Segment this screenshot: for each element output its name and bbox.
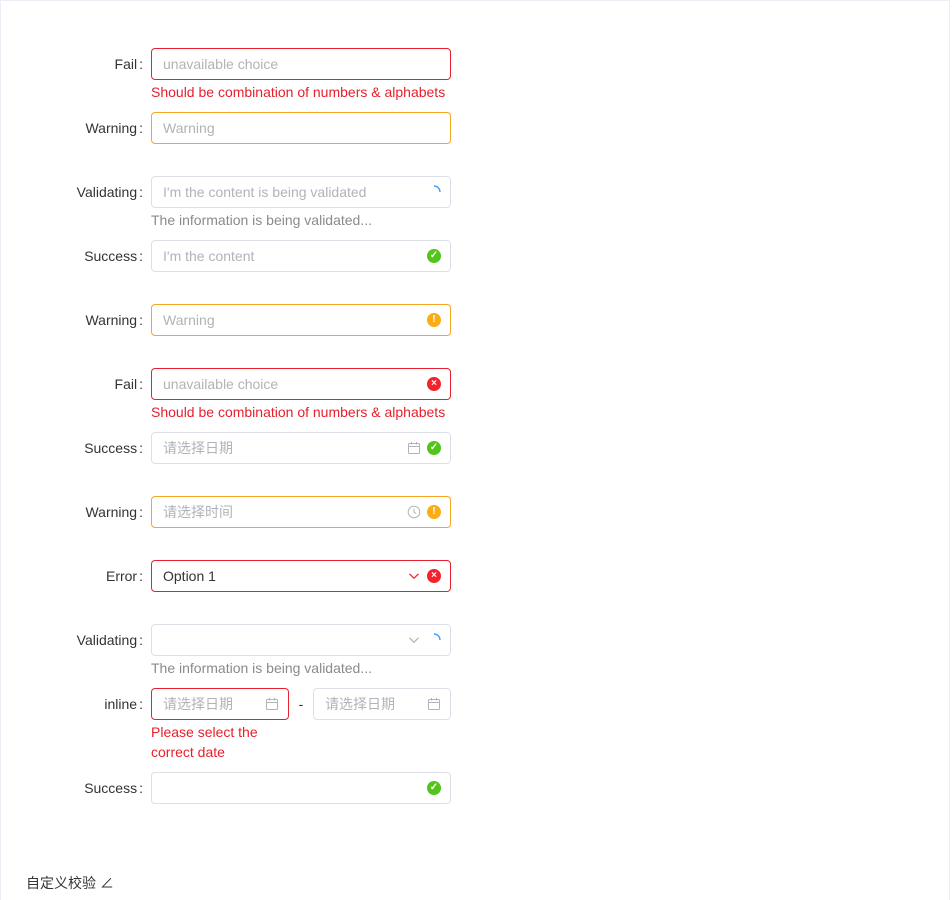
validating-message: The information is being validated... <box>151 212 373 228</box>
error-message: Should be combination of numbers & alpha… <box>151 84 446 100</box>
chevron-down-icon <box>406 568 422 584</box>
success-input[interactable]: I'm the content ✓ <box>151 240 451 272</box>
select-value: Option 1 <box>163 568 216 584</box>
check-circle-icon: ✓ <box>426 248 442 264</box>
form-label: Warning: <box>85 504 143 520</box>
validating-select[interactable] <box>151 624 451 656</box>
input-placeholder: I'm the content is being validated <box>163 184 367 200</box>
input-placeholder: Warning <box>163 120 215 136</box>
form-label: Warning: <box>85 120 143 136</box>
close-circle-icon: × <box>426 568 442 584</box>
validating-input[interactable]: I'm the content is being validated <box>151 176 451 208</box>
clock-icon <box>406 504 422 520</box>
input-placeholder: 请选择日期 <box>163 440 233 456</box>
error-message: Should be combination of numbers & alpha… <box>151 404 446 420</box>
fail-input[interactable]: unavailable choice <box>151 48 451 80</box>
loading-icon <box>426 632 442 648</box>
fail-feedback-input[interactable]: unavailable choice × <box>151 368 451 400</box>
calendar-icon <box>264 696 280 712</box>
success-empty-input[interactable]: ✓ <box>151 772 451 804</box>
exclamation-circle-icon: ! <box>426 504 442 520</box>
start-date-picker[interactable]: 请选择日期 <box>151 688 289 720</box>
end-date-picker[interactable]: 请选择日期 <box>313 688 451 720</box>
input-placeholder: 请选择日期 <box>325 696 395 712</box>
validating-message: The information is being validated... <box>151 660 373 676</box>
calendar-icon <box>426 696 442 712</box>
form-label: Success: <box>84 440 143 456</box>
range-separator: - <box>298 696 304 712</box>
chevron-down-icon <box>406 632 422 648</box>
form-label: Validating: <box>76 632 143 648</box>
form-panel: Fail: unavailable choice Should be combi… <box>0 0 950 900</box>
input-placeholder: 请选择时间 <box>163 504 233 520</box>
input-placeholder: unavailable choice <box>163 376 279 392</box>
input-placeholder: 请选择日期 <box>163 696 233 712</box>
form-label: Warning: <box>85 312 143 328</box>
input-placeholder: Warning <box>163 312 215 328</box>
check-circle-icon: ✓ <box>426 440 442 456</box>
form-label: Fail: <box>114 376 143 392</box>
date-picker[interactable]: 请选择日期 ✓ <box>151 432 451 464</box>
form-label: Success: <box>84 248 143 264</box>
form-label: Fail: <box>114 56 143 72</box>
loading-icon <box>426 184 442 200</box>
option-select[interactable]: Option 1 × <box>151 560 451 592</box>
time-picker[interactable]: 请选择时间 ! <box>151 496 451 528</box>
input-placeholder: unavailable choice <box>163 56 279 72</box>
input-placeholder: I'm the content <box>163 248 255 264</box>
error-message: Please select the correct date <box>151 724 258 760</box>
calendar-icon <box>406 440 422 456</box>
form-label: Error: <box>105 568 143 584</box>
form-label: Validating: <box>76 184 143 200</box>
section-title: 自定义校验 ∠ <box>26 875 114 891</box>
close-circle-icon: × <box>426 376 442 392</box>
warning-input[interactable]: Warning <box>151 112 451 144</box>
exclamation-circle-icon: ! <box>426 312 442 328</box>
check-circle-icon: ✓ <box>426 780 442 796</box>
form-label: Success: <box>84 780 143 796</box>
warning-feedback-input[interactable]: Warning ! <box>151 304 451 336</box>
form-label: inline: <box>104 696 143 712</box>
